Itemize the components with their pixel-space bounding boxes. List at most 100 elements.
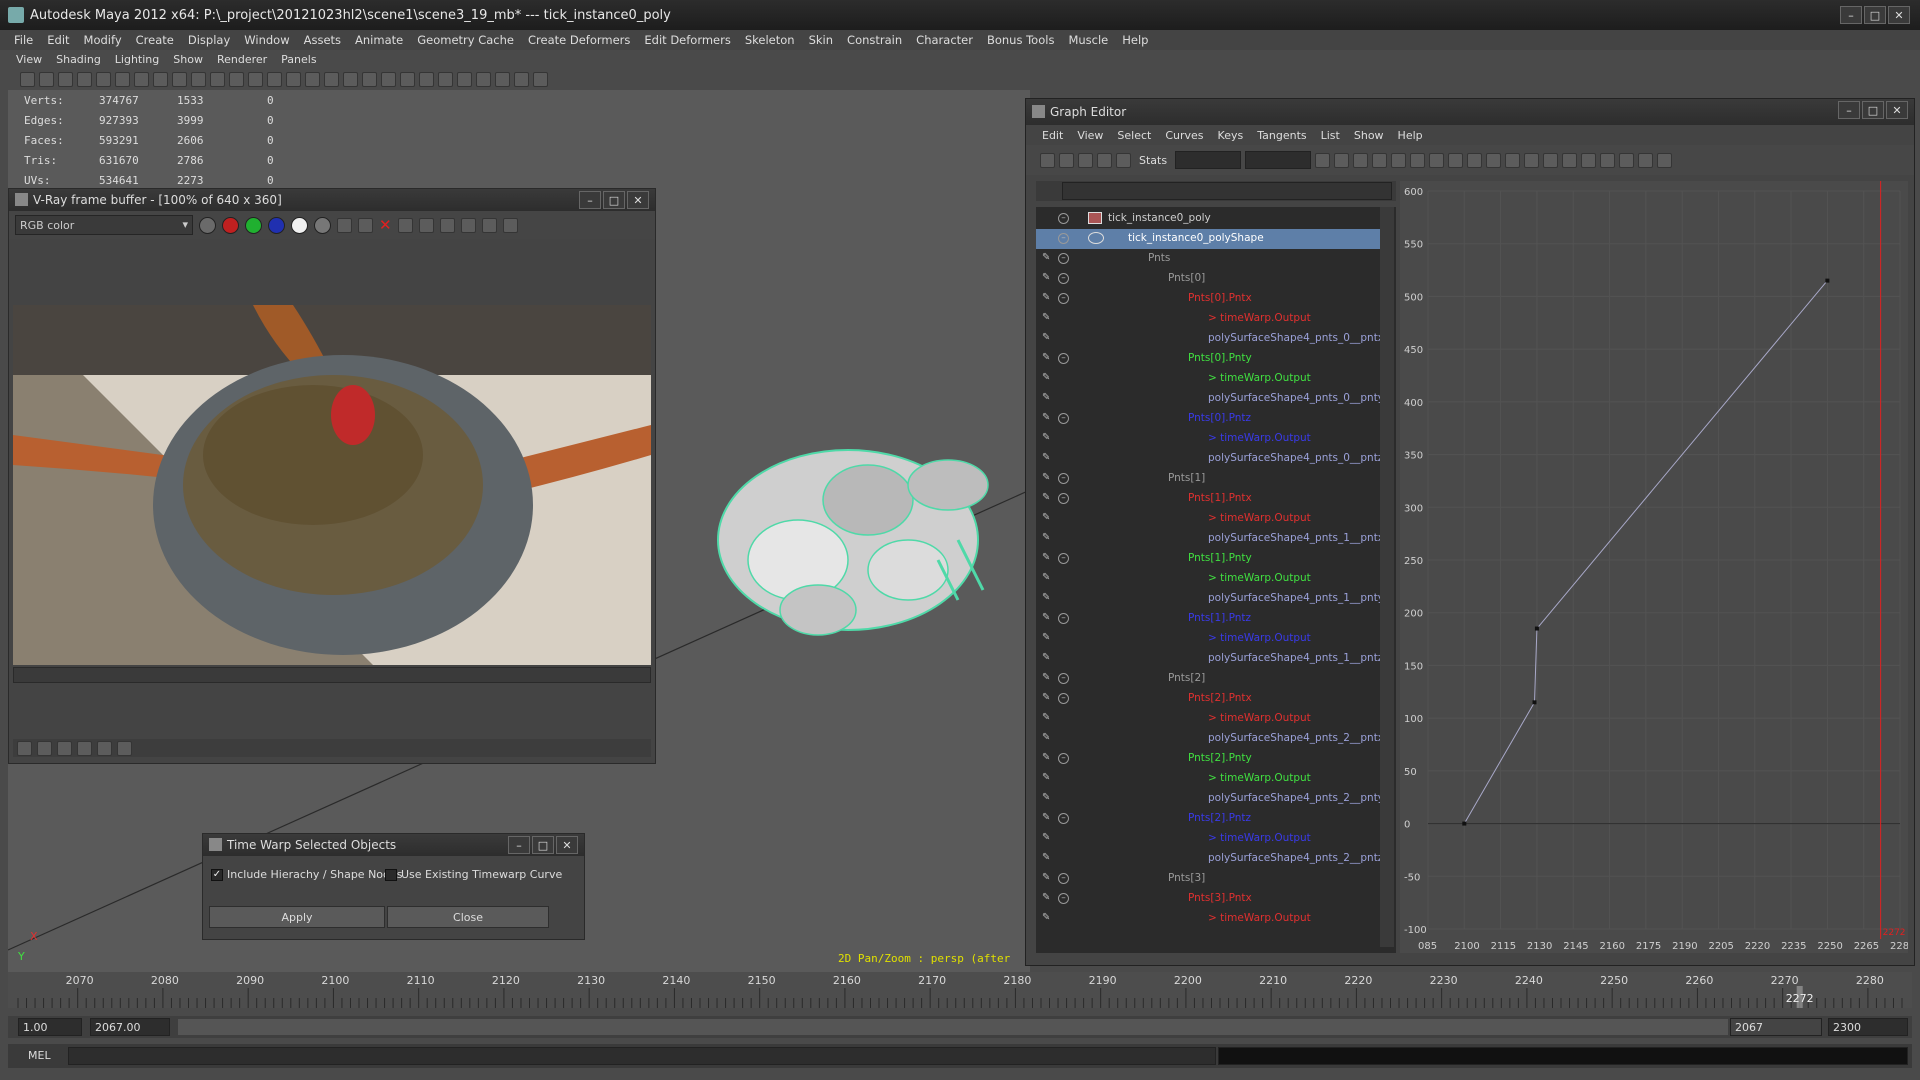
panel-menu-panels[interactable]: Panels [281,53,316,66]
outliner-item[interactable]: ✎ > timeWarp.Output [1036,369,1380,389]
stamp-icon[interactable] [502,217,518,233]
ambient-occlusion-icon[interactable] [362,71,377,87]
xray-joints-icon[interactable] [419,71,434,87]
minimize-icon[interactable]: – [1840,6,1862,24]
shadows-icon[interactable] [343,71,358,87]
free-tangent-icon[interactable] [1581,152,1597,168]
key-point[interactable] [1825,278,1830,283]
linear-tangent-icon[interactable] [1429,152,1445,168]
outliner-item[interactable]: ✎ – Pnts[0].Pntx [1036,289,1380,309]
bookmarks-icon[interactable] [77,71,92,87]
graph-editor-window[interactable]: Graph Editor – □ ✕ Edit View Select Curves K… [1025,98,1915,966]
pin-icon[interactable]: ✎ [1042,392,1052,404]
menu-constrain[interactable]: Constrain [847,33,902,47]
safe-title-icon[interactable] [248,71,263,87]
range-start-field[interactable]: 2067.00 [90,1018,170,1036]
outliner-item[interactable]: ✎ polySurfaceShape4_pnts_2__pnty [1036,789,1384,809]
collapse-icon[interactable]: – [1058,273,1069,284]
outliner-item[interactable]: ✎ – Pnts[1].Pntx [1036,489,1380,509]
outliner-item[interactable]: ✎ polySurfaceShape4_pnts_2__pntz [1036,849,1383,869]
outliner-item[interactable]: ✎ > timeWarp.Output [1036,709,1380,729]
menu-window[interactable]: Window [244,33,289,47]
collapse-icon[interactable]: – [1058,553,1069,564]
outliner-item[interactable]: ✎ – Pnts[3] [1036,869,1380,889]
vray-exposure-icon[interactable] [117,740,132,756]
graph-menu-curves[interactable]: Curves [1165,129,1203,142]
field-chart-icon[interactable] [210,71,225,87]
collapse-icon[interactable]: – [1058,873,1069,884]
panel-menu-shading[interactable]: Shading [56,53,101,66]
outliner-item[interactable]: ✎ polySurfaceShape4_pnts_1__pntx [1036,529,1384,549]
pin-icon[interactable]: ✎ [1042,712,1052,724]
existing-curve-checkbox[interactable] [385,868,397,881]
pin-icon[interactable]: ✎ [1042,652,1052,664]
graph-menu-show[interactable]: Show [1354,129,1384,142]
vray-info-icon[interactable] [57,740,72,756]
region-render-icon[interactable] [418,217,434,233]
outliner-item[interactable]: ✎ – Pnts[2].Pntx [1036,689,1380,709]
graph-outliner[interactable]: – tick_instance0_poly – tick_instance0_poly… [1036,207,1396,953]
pin-icon[interactable]: ✎ [1042,492,1052,504]
menu-file[interactable]: File [14,33,33,47]
pin-icon[interactable]: ✎ [1042,312,1052,324]
pin-icon[interactable]: ✎ [1042,352,1052,364]
vray-curve-icon[interactable] [97,740,112,756]
collapse-icon[interactable]: – [1058,473,1069,484]
pin-icon[interactable]: ✎ [1042,912,1052,924]
menu-modify[interactable]: Modify [84,33,122,47]
resolution-gate-icon[interactable] [172,71,187,87]
frame-playback-icon[interactable] [1334,152,1350,168]
mono-icon[interactable] [314,216,331,234]
color-correction-icon[interactable] [460,217,476,233]
outliner-item[interactable]: ✎ polySurfaceShape4_pnts_1__pntz [1036,649,1383,669]
xray-active-icon[interactable] [438,71,453,87]
menu-bonus-tools[interactable]: Bonus Tools [987,33,1054,47]
outliner-item[interactable]: ✎ > timeWarp.Output [1036,829,1380,849]
key-point[interactable] [1534,626,1539,631]
tick-mesh-object[interactable] [717,449,989,636]
graph-menu-keys[interactable]: Keys [1218,129,1244,142]
collapse-icon[interactable]: – [1058,753,1069,764]
high-quality-icon[interactable] [533,71,548,87]
collapse-icon[interactable]: – [1058,893,1069,904]
dope-sheet-icon[interactable] [1638,152,1654,168]
menu-assets[interactable]: Assets [304,33,341,47]
time-warp-dialog[interactable]: Time Warp Selected Objects – □ ✕ ✓ Inclu… [202,833,585,940]
pin-icon[interactable]: ✎ [1042,472,1052,484]
graph-editor-title-bar[interactable]: Graph Editor – □ ✕ [1026,99,1914,125]
pin-icon[interactable]: ✎ [1042,612,1052,624]
pin-icon[interactable]: ✎ [1042,532,1052,544]
graph-editor-minimize-icon[interactable]: – [1838,101,1860,119]
key-point[interactable] [1462,821,1467,826]
pin-icon[interactable]: ✎ [1042,872,1052,884]
lock-tangent-icon[interactable] [1600,152,1616,168]
film-gate-icon[interactable] [153,71,168,87]
outliner-item[interactable]: – tick_instance0_polyShape [1036,229,1380,249]
collapse-icon[interactable]: – [1058,213,1069,224]
time-warp-maximize-icon[interactable]: □ [532,836,554,854]
outliner-item[interactable]: ✎ – Pnts[2].Pnty [1036,749,1380,769]
camera-attributes-icon[interactable] [58,71,73,87]
outliner-item[interactable]: ✎ > timeWarp.Output [1036,509,1380,529]
stats-frame-field[interactable] [1175,151,1242,169]
include-hierarchy-checkbox[interactable]: ✓ [211,868,223,881]
clamped-tangent-icon[interactable] [1410,152,1426,168]
menu-animate[interactable]: Animate [355,33,403,47]
pin-icon[interactable]: ✎ [1042,452,1052,464]
move-key-icon[interactable] [1040,152,1055,168]
outliner-item[interactable]: ✎ polySurfaceShape4_pnts_0__pntz [1036,449,1383,469]
outliner-item[interactable]: ✎ – Pnts[1].Pnty [1036,549,1380,569]
menu-edit-deformers[interactable]: Edit Deformers [644,33,730,47]
time-slider[interactable]: 2070 2080 2090 2100 2110 2120 2130 2140 2150 2160… [8,972,1912,1008]
mel-input[interactable] [68,1047,1216,1065]
pin-icon[interactable]: ✎ [1042,752,1052,764]
grid-icon[interactable] [134,71,149,87]
collapse-icon[interactable]: – [1058,813,1069,824]
range-slider-track[interactable] [178,1019,1728,1035]
pin-icon[interactable]: ✎ [1042,732,1052,744]
outliner-item[interactable]: ✎ > timeWarp.Output [1036,429,1380,449]
outliner-item[interactable]: ✎ – Pnts[3].Pntx [1036,889,1380,909]
maximize-icon[interactable]: □ [1864,6,1886,24]
menu-display[interactable]: Display [188,33,230,47]
menu-help[interactable]: Help [1122,33,1148,47]
